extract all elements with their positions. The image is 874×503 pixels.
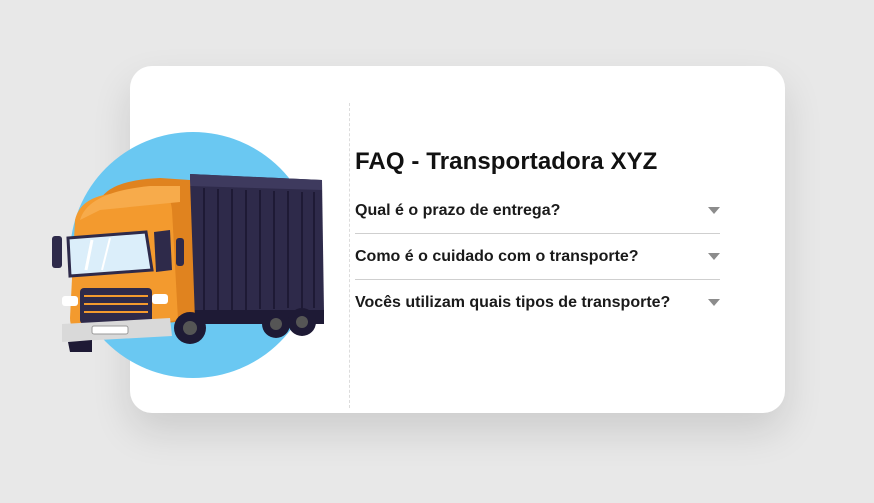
faq-question: Como é o cuidado com o transporte?	[355, 247, 639, 265]
truck-icon	[52, 132, 324, 378]
page-title: FAQ - Transportadora XYZ	[355, 148, 658, 175]
chevron-down-icon[interactable]	[708, 207, 720, 214]
faq-question: Qual é o prazo de entrega?	[355, 201, 561, 219]
faq-section: FAQ - Transportadora XYZ Qual é o prazo …	[355, 145, 720, 325]
faq-item-transport-care[interactable]: Como é o cuidado com o transporte?	[355, 234, 720, 280]
faq-item-delivery-time[interactable]: Qual é o prazo de entrega?	[355, 188, 720, 234]
chevron-down-icon[interactable]	[708, 253, 720, 260]
faq-question: Vocês utilizam quais tipos de transporte…	[355, 293, 671, 311]
card-divider	[349, 103, 350, 408]
truck-illustration	[40, 120, 340, 390]
faq-item-transport-types[interactable]: Vocês utilizam quais tipos de transporte…	[355, 280, 720, 325]
chevron-down-icon[interactable]	[708, 299, 720, 306]
